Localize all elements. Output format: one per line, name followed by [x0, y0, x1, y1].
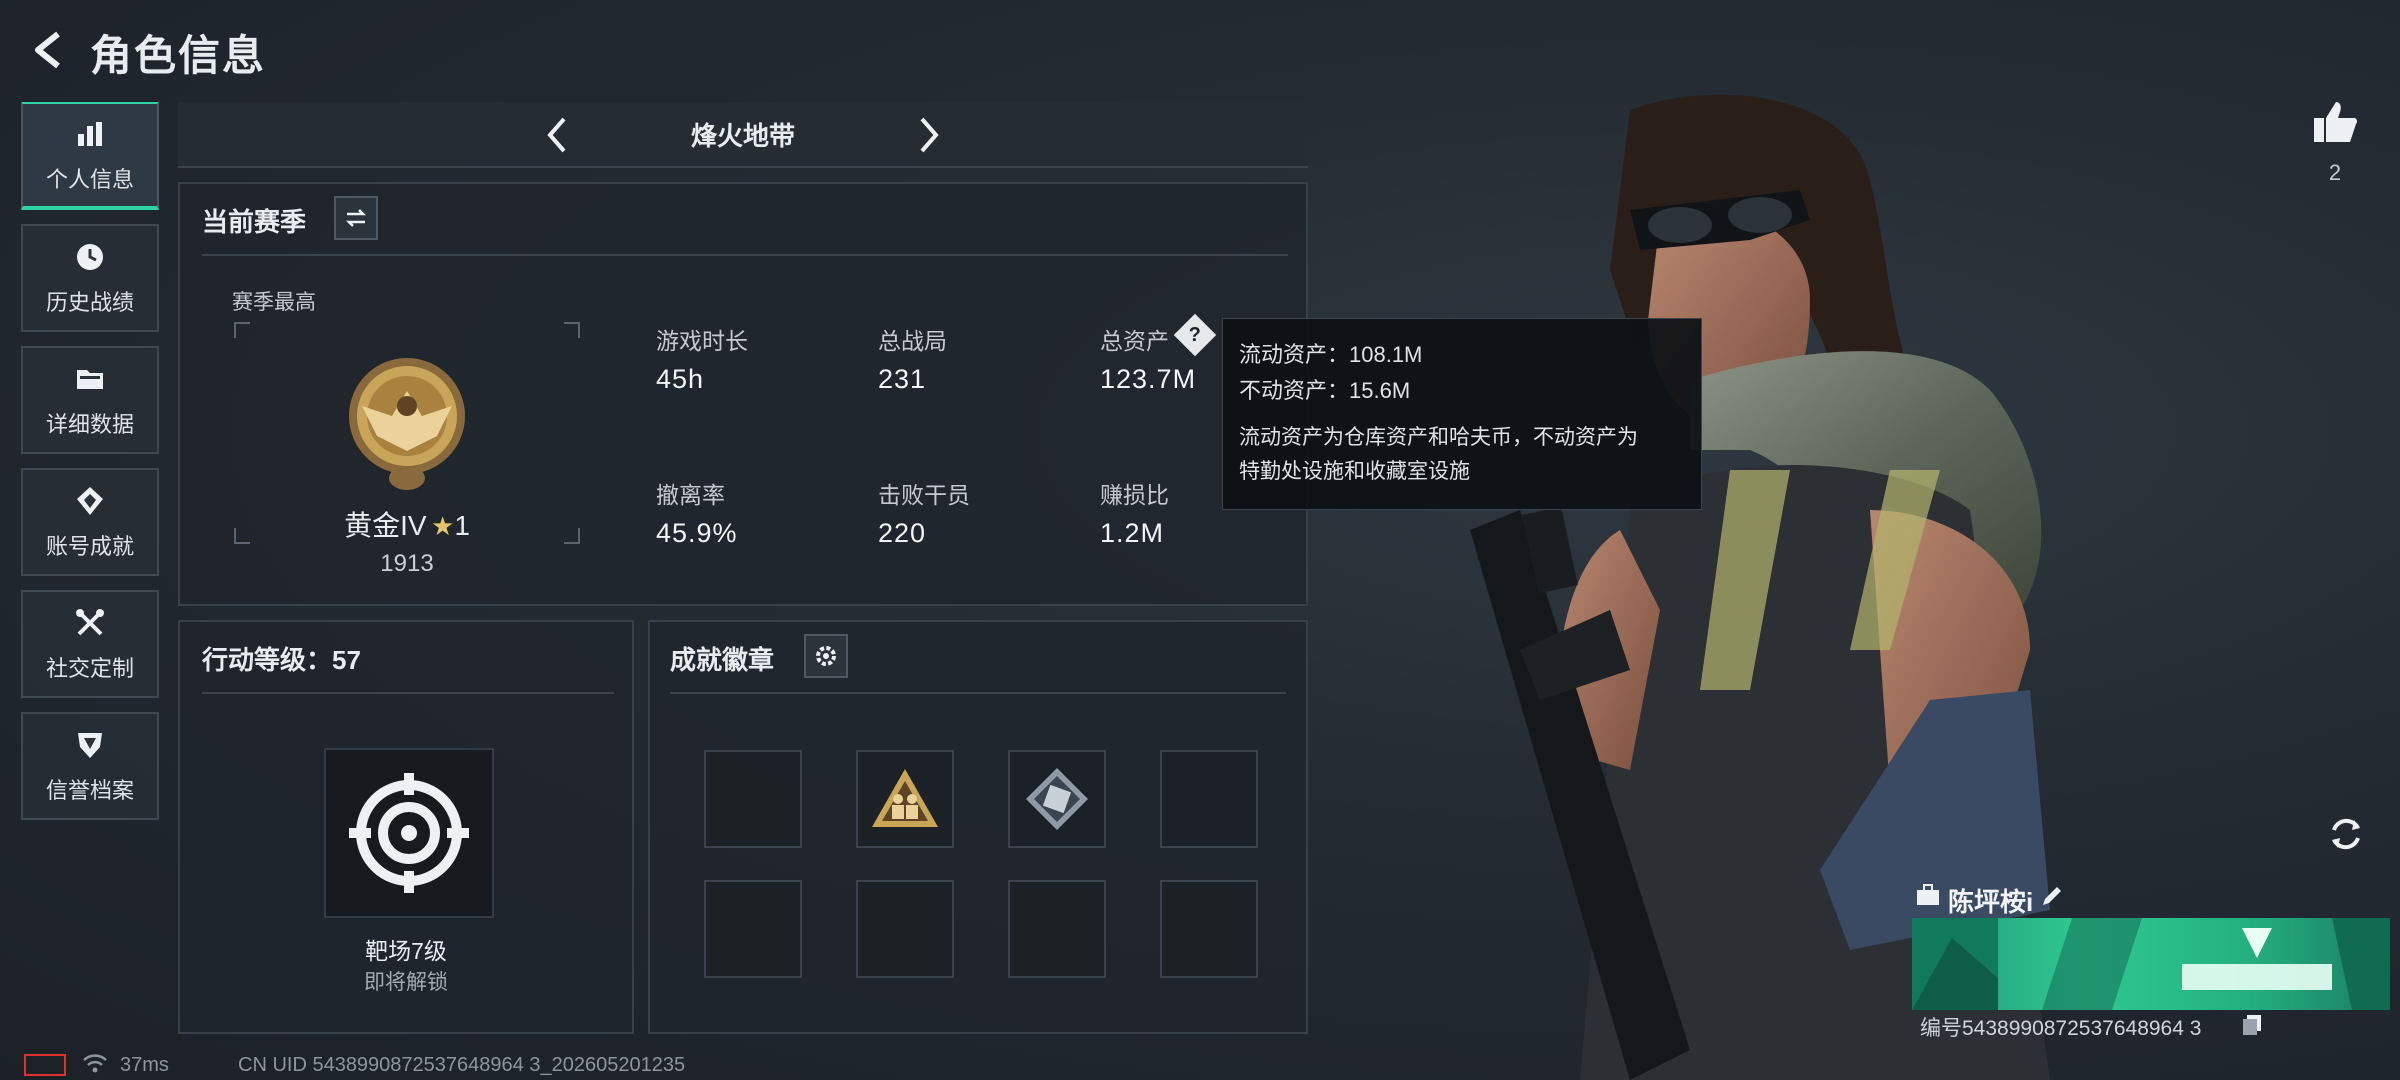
- season-switch-button[interactable]: [334, 196, 378, 240]
- badges-header: 成就徽章: [670, 645, 775, 675]
- tooltip-desc-line: 流动资产为仓库资产和哈夫币，不动资产为: [1239, 426, 1638, 449]
- player-card-banner[interactable]: [1912, 918, 2390, 1010]
- ping-value: 37ms: [120, 1054, 169, 1076]
- badge-slot[interactable]: [856, 750, 954, 848]
- uid-text: CN UID 5438990872537648964 3_20260520123…: [238, 1054, 686, 1076]
- badge-slot[interactable]: [1160, 880, 1258, 978]
- mode-selector: 烽火地带: [178, 102, 1308, 168]
- sidebar-item-label: 历史战绩: [45, 290, 134, 315]
- sidebar-item-reputation[interactable]: 信誉档案: [21, 712, 159, 820]
- assets-tooltip: 流动资产：108.1M 不动资产：15.6M 流动资产为仓库资产和哈夫币，不动资…: [1222, 318, 1702, 510]
- copy-icon: [2243, 1015, 2261, 1035]
- rank-stars: 1: [454, 510, 470, 541]
- sidebar-item-label: 个人信息: [45, 167, 134, 192]
- bar-chart-icon: [72, 116, 108, 152]
- player-name: 陈坪桉i: [1948, 887, 2034, 917]
- next-mode-button[interactable]: [904, 110, 954, 160]
- stat-value: 231: [878, 364, 927, 394]
- refresh-button[interactable]: [2320, 808, 2372, 860]
- wifi-icon: [82, 1052, 108, 1074]
- badge-slot[interactable]: [704, 880, 802, 978]
- sidebar-item-label: 详细数据: [45, 412, 134, 437]
- star-icon: ★: [431, 511, 455, 541]
- stat-label: 撤离率: [656, 482, 725, 508]
- badge-slot[interactable]: [856, 880, 954, 978]
- stat-label: 击败干员: [878, 482, 970, 508]
- stat-value: 45h: [656, 364, 705, 394]
- back-button[interactable]: [20, 20, 80, 80]
- edit-name-button[interactable]: [2040, 884, 2064, 908]
- stat-label: 赚损比: [1100, 482, 1169, 508]
- season-best-label: 赛季最高: [232, 291, 316, 314]
- thumbs-up-icon: [2314, 102, 2358, 142]
- badge-settings-button[interactable]: [804, 634, 848, 678]
- page-title: 角色信息: [90, 32, 267, 79]
- like-count: 2: [2328, 160, 2342, 185]
- range-level-card[interactable]: [324, 748, 494, 918]
- tooltip-desc-line: 特勤处设施和收藏室设施: [1239, 460, 1470, 483]
- range-level-status: 即将解锁: [364, 971, 448, 994]
- rank-box: 黄金IV ★1 1913: [234, 322, 580, 577]
- badge-crystal-icon: [1026, 768, 1088, 830]
- rank-title: 黄金IV ★1: [234, 504, 580, 544]
- help-icon[interactable]: ?: [1173, 313, 1217, 357]
- back-arrow-icon: [35, 31, 60, 69]
- rank-score: 1913: [380, 550, 434, 577]
- copy-id-button[interactable]: [2242, 1014, 2262, 1036]
- season-panel: 当前赛季 赛季最高 黄金IV ★1 1913 游戏时长 45h 总战局 231 …: [178, 182, 1308, 606]
- player-id: 编号5438990872537648964 3: [1920, 1017, 2202, 1040]
- action-level-panel: 行动等级：57 靶场7级 即将解锁: [178, 620, 634, 1034]
- sidebar-item-label: 社交定制: [45, 656, 134, 681]
- stat-value: 220: [878, 518, 927, 548]
- swap-icon: [345, 209, 367, 227]
- sidebar-item-label: 信誉档案: [45, 778, 134, 803]
- sidebar-item-achievements[interactable]: 账号成就: [21, 468, 159, 576]
- divider: [202, 692, 614, 694]
- league-banner-art: [1912, 918, 2390, 1010]
- stat-value: 1.2M: [1100, 518, 1165, 548]
- briefcase-icon: [1916, 884, 1940, 906]
- sidebar-item-history[interactable]: 历史战绩: [21, 224, 159, 332]
- badge-slot[interactable]: [704, 750, 802, 848]
- tooltip-fixed-assets: 不动资产：15.6M: [1239, 378, 1411, 403]
- gear-icon: [816, 646, 836, 666]
- divider: [202, 254, 1288, 256]
- badge-slot[interactable]: [1160, 750, 1258, 848]
- refresh-icon: [2332, 818, 2360, 850]
- shield-icon: [72, 727, 108, 763]
- badge-slot[interactable]: [1008, 880, 1106, 978]
- rank-name: 黄金IV: [344, 510, 427, 541]
- badge-slot[interactable]: [1008, 750, 1106, 848]
- season-header: 当前赛季: [202, 207, 307, 237]
- battery-icon: [24, 1054, 66, 1076]
- stat-label: 游戏时长: [656, 328, 748, 354]
- like-button[interactable]: [2310, 98, 2360, 148]
- target-icon: [349, 773, 469, 893]
- action-level-header: 行动等级：57: [202, 645, 361, 675]
- chevron-right-icon: [920, 117, 939, 153]
- range-level-name: 靶场7级: [365, 938, 447, 964]
- badge-soldiers-icon: [872, 769, 938, 827]
- divider: [670, 692, 1286, 694]
- sidebar-item-detail-data[interactable]: 详细数据: [21, 346, 159, 454]
- mode-title: 烽火地带: [690, 121, 795, 151]
- tools-icon: [72, 605, 108, 641]
- clock-icon: [72, 239, 108, 275]
- stat-label: 总资产: [1100, 328, 1169, 354]
- stat-value: 45.9%: [656, 518, 738, 548]
- stat-value: 123.7M: [1100, 364, 1197, 394]
- stat-label: 总战局: [878, 328, 947, 354]
- tooltip-liquid-assets: 流动资产：108.1M: [1239, 342, 1423, 367]
- pencil-icon: [2043, 887, 2061, 905]
- folder-icon: [72, 361, 108, 397]
- gold-rank-emblem: [349, 358, 465, 490]
- achievement-badges-panel: 成就徽章: [648, 620, 1308, 1034]
- achievement-icon: [72, 483, 108, 519]
- sidebar-item-social[interactable]: 社交定制: [21, 590, 159, 698]
- sidebar-item-label: 账号成就: [45, 534, 134, 559]
- sidebar-item-personal-info[interactable]: 个人信息: [21, 102, 159, 210]
